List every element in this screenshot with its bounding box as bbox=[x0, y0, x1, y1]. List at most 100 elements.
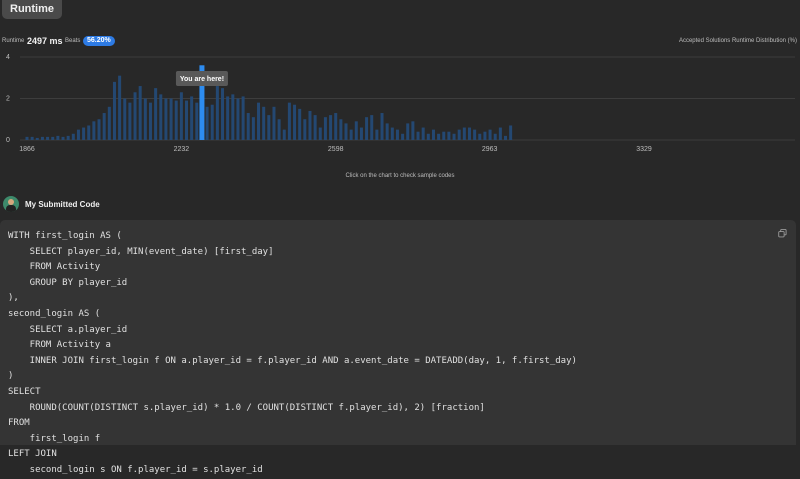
chart-bar[interactable] bbox=[318, 127, 322, 140]
runtime-distribution-chart[interactable]: 0 2 4 1866 2232 2598 2963 3329 You are here! bbox=[0, 50, 800, 160]
chart-bar[interactable] bbox=[138, 86, 142, 140]
chart-bar[interactable] bbox=[277, 119, 281, 140]
chart-bar[interactable] bbox=[504, 135, 507, 140]
chart-bar[interactable] bbox=[431, 129, 435, 141]
chart-bar[interactable] bbox=[71, 133, 75, 140]
chart-bar[interactable] bbox=[185, 100, 188, 140]
chart-bar[interactable] bbox=[148, 102, 152, 140]
chart-bar[interactable] bbox=[483, 131, 487, 140]
chart-bar[interactable] bbox=[241, 96, 245, 140]
chart-bar[interactable] bbox=[385, 123, 389, 140]
chart-bar[interactable] bbox=[473, 129, 477, 141]
avatar[interactable] bbox=[3, 196, 19, 212]
chart-bar[interactable] bbox=[329, 115, 333, 140]
chart-bar[interactable] bbox=[154, 88, 158, 141]
chart-bar[interactable] bbox=[128, 102, 132, 140]
chart-bar[interactable] bbox=[51, 136, 55, 140]
chart-bars[interactable] bbox=[25, 65, 513, 141]
chart-bar[interactable] bbox=[123, 98, 127, 141]
chart-bar[interactable] bbox=[215, 86, 219, 140]
chart-bar[interactable] bbox=[251, 117, 255, 140]
chart-bar[interactable] bbox=[25, 136, 29, 140]
chart-bar[interactable] bbox=[457, 129, 461, 141]
chart-bar[interactable] bbox=[107, 106, 111, 140]
code-block[interactable]: WITH first_login AS ( SELECT player_id, … bbox=[8, 229, 577, 479]
chart-bar[interactable] bbox=[303, 119, 307, 140]
chart-bar[interactable] bbox=[246, 113, 250, 140]
chart-bar[interactable] bbox=[421, 127, 425, 140]
chart-bar[interactable] bbox=[102, 113, 106, 140]
chart-bar[interactable] bbox=[112, 81, 116, 140]
chart-bar[interactable] bbox=[257, 102, 261, 140]
chart-bar[interactable] bbox=[35, 137, 39, 140]
chart-bar[interactable] bbox=[447, 131, 451, 140]
chart-bar[interactable] bbox=[437, 133, 441, 140]
chart-bar[interactable] bbox=[334, 113, 338, 140]
chart-bar[interactable] bbox=[226, 96, 230, 140]
chart-bar[interactable] bbox=[488, 129, 492, 141]
tab-runtime[interactable]: Runtime bbox=[2, 0, 62, 19]
chart-bar[interactable] bbox=[509, 125, 513, 140]
chart-bar[interactable] bbox=[298, 108, 302, 141]
chart-bar[interactable] bbox=[349, 129, 353, 141]
chart-bar[interactable] bbox=[411, 121, 415, 140]
chart-bar[interactable] bbox=[359, 127, 363, 140]
chart-bar[interactable] bbox=[236, 98, 240, 141]
chart-bar[interactable] bbox=[442, 131, 446, 140]
chart-bar[interactable] bbox=[282, 129, 286, 141]
chart-bar[interactable] bbox=[76, 129, 80, 141]
chart-bar[interactable] bbox=[92, 121, 96, 140]
chart-bar[interactable] bbox=[56, 135, 60, 140]
chart-bar[interactable] bbox=[231, 94, 235, 140]
chart-bar[interactable] bbox=[97, 119, 101, 140]
chart-bar[interactable] bbox=[401, 133, 405, 140]
chart-bar[interactable] bbox=[143, 98, 147, 141]
chart-bar[interactable] bbox=[46, 136, 50, 140]
chart-bar[interactable] bbox=[195, 102, 199, 140]
chart-bar[interactable] bbox=[344, 123, 348, 140]
chart-bar[interactable] bbox=[293, 104, 297, 140]
copy-icon[interactable] bbox=[778, 229, 787, 238]
chart-bar[interactable] bbox=[267, 115, 271, 140]
chart-bar[interactable] bbox=[272, 106, 276, 140]
chart-bar[interactable] bbox=[416, 131, 420, 140]
chart-bar[interactable] bbox=[339, 119, 343, 140]
chart-bar[interactable] bbox=[164, 98, 168, 141]
chart-bar[interactable] bbox=[159, 94, 163, 140]
chart-bar[interactable] bbox=[308, 110, 312, 140]
chart-bar[interactable] bbox=[169, 98, 173, 141]
chart-bar[interactable] bbox=[82, 127, 86, 140]
chart-bar[interactable] bbox=[61, 136, 65, 140]
chart-bar[interactable] bbox=[287, 102, 291, 140]
chart-bar[interactable] bbox=[467, 127, 471, 140]
chart-bar[interactable] bbox=[426, 133, 430, 140]
chart-bar[interactable] bbox=[452, 133, 456, 140]
chart-bar[interactable] bbox=[375, 129, 379, 141]
chart-bar[interactable] bbox=[118, 75, 122, 140]
chart-bar[interactable] bbox=[190, 96, 194, 140]
chart-bar[interactable] bbox=[498, 127, 502, 140]
chart-bar[interactable] bbox=[30, 136, 34, 140]
chart-bar[interactable] bbox=[179, 92, 183, 140]
chart-bar[interactable] bbox=[133, 92, 137, 140]
chart-bar[interactable] bbox=[462, 127, 466, 140]
chart-bar[interactable] bbox=[66, 135, 70, 140]
chart-bar[interactable] bbox=[380, 113, 384, 140]
chart-bar[interactable] bbox=[370, 115, 374, 140]
chart-bar[interactable] bbox=[262, 106, 266, 140]
chart-bar[interactable] bbox=[323, 117, 327, 140]
chart-bar[interactable] bbox=[365, 117, 369, 140]
chart-bar[interactable] bbox=[210, 104, 214, 140]
chart-bar[interactable] bbox=[493, 133, 497, 140]
chart-bar[interactable] bbox=[354, 121, 358, 140]
chart-bar[interactable] bbox=[205, 106, 209, 140]
chart-bar[interactable] bbox=[40, 136, 44, 140]
chart-bar[interactable] bbox=[478, 133, 482, 140]
chart-bar[interactable] bbox=[313, 115, 317, 140]
chart-bar[interactable] bbox=[390, 127, 394, 140]
chart-bar[interactable] bbox=[406, 123, 410, 140]
chart-bar[interactable] bbox=[174, 100, 178, 140]
chart-bar[interactable] bbox=[87, 125, 91, 140]
chart-bar[interactable] bbox=[395, 129, 399, 141]
chart-bar[interactable] bbox=[221, 88, 225, 141]
